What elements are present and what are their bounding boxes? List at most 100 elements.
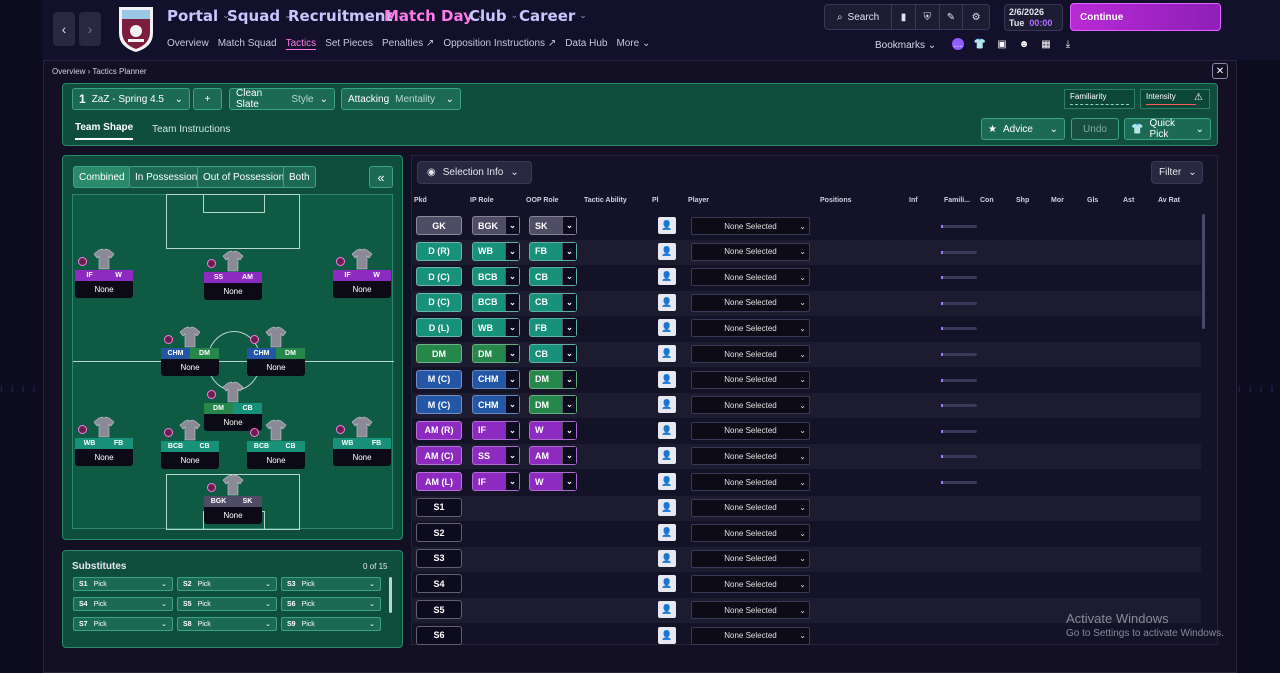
pitch-player-slot[interactable]: CHM DM None <box>247 326 305 376</box>
player-select[interactable]: None Selected ⌄ <box>691 601 810 619</box>
bookmarks-menu[interactable]: Bookmarks ⌄ <box>875 40 936 51</box>
player-info-button[interactable]: 👤 <box>658 421 676 439</box>
view-out-of-possession-button[interactable]: Out of Possession <box>197 166 291 188</box>
header-pkd[interactable]: Pkd <box>414 197 427 204</box>
close-button[interactable]: ✕ <box>1212 63 1228 79</box>
pitch-player-slot[interactable]: CHM DM None <box>161 326 219 376</box>
position-slot[interactable]: GK <box>416 216 462 235</box>
menu-squad[interactable]: Squad ⌄ <box>227 7 292 25</box>
position-slot[interactable]: S4 <box>416 574 462 594</box>
header-ast[interactable]: Ast <box>1123 197 1134 204</box>
substitute-pick-s4[interactable]: S4 Pick ⌄ <box>73 597 173 611</box>
player-select[interactable]: None Selected ⌄ <box>691 370 810 389</box>
mentality-select[interactable]: Attacking Mentality ⌄ <box>341 88 461 110</box>
header-oop-role[interactable]: OOP Role <box>526 197 559 204</box>
player-select[interactable]: None Selected ⌄ <box>691 626 810 645</box>
header-av-rat[interactable]: Av Rat <box>1158 197 1180 204</box>
menu-career[interactable]: Career ⌄ <box>519 7 587 25</box>
player-info-button[interactable]: 👤 <box>658 242 676 260</box>
menu-club[interactable]: Club ⌄ <box>469 7 518 25</box>
position-slot[interactable]: S1 <box>416 497 462 517</box>
pitch-player-slot[interactable]: SS AM None <box>204 250 262 300</box>
kit-icon[interactable]: ▣ <box>996 38 1008 50</box>
player-select[interactable]: None Selected ⌄ <box>691 421 810 440</box>
position-slot[interactable]: AM (L) <box>416 472 462 491</box>
download-icon[interactable]: ⤓ <box>1062 38 1074 50</box>
notes-button[interactable]: ▮ <box>892 5 916 29</box>
oop-role-select[interactable]: W ⌄ <box>529 420 577 440</box>
position-slot[interactable]: M (C) <box>416 395 462 415</box>
player-select[interactable]: None Selected ⌄ <box>691 268 810 287</box>
position-slot[interactable]: S2 <box>416 523 462 543</box>
substitute-pick-s2[interactable]: S2 Pick ⌄ <box>177 577 277 591</box>
player-info-button[interactable]: 👤 <box>658 549 676 567</box>
player-info-button[interactable]: 👤 <box>658 601 676 618</box>
pitch-player-slot[interactable]: WB FB None <box>75 416 133 466</box>
position-slot[interactable]: S3 <box>416 548 462 568</box>
ip-role-select[interactable]: DM ⌄ <box>472 344 520 363</box>
oop-role-select[interactable]: DM ⌄ <box>529 369 577 389</box>
player-select[interactable]: None Selected ⌄ <box>691 293 810 312</box>
subnav-overview[interactable]: Overview <box>167 38 209 50</box>
pitch-player-slot[interactable]: BGK SK None <box>204 474 262 524</box>
shirt-icon[interactable]: 👕 <box>974 38 986 50</box>
quick-pick-button[interactable]: 👕 Quick Pick ⌄ <box>1124 118 1211 140</box>
header-positions[interactable]: Positions <box>820 197 852 204</box>
settings-button[interactable]: ⚙ <box>963 5 989 29</box>
pitch-player-slot[interactable]: WB FB None <box>333 416 391 466</box>
position-slot[interactable]: AM (C) <box>416 446 462 466</box>
pitch-player-slot[interactable]: IF W None <box>75 248 133 298</box>
edit-button[interactable]: ✎ <box>940 5 964 29</box>
substitute-pick-s5[interactable]: S5 Pick ⌄ <box>177 597 277 611</box>
oop-role-select[interactable]: AM ⌄ <box>529 446 577 466</box>
intensity-indicator[interactable]: Intensity ⚠ <box>1140 89 1210 109</box>
substitute-pick-s1[interactable]: S1 Pick ⌄ <box>73 577 173 591</box>
oop-role-select[interactable]: SK ⌄ <box>529 216 577 235</box>
advice-button[interactable]: ★ Advice ⌄ <box>981 118 1065 140</box>
forward-button[interactable]: › <box>79 12 101 46</box>
header-con[interactable]: Con <box>980 197 994 204</box>
player-select[interactable]: None Selected ⌄ <box>691 242 810 261</box>
player-info-button[interactable]: 👤 <box>658 319 676 337</box>
player-info-button[interactable]: 👤 <box>658 447 676 465</box>
position-slot[interactable]: S5 <box>416 600 462 619</box>
substitutes-scrollbar[interactable] <box>389 577 392 613</box>
selection-info-button[interactable]: ◉ Selection Info ⌄ <box>417 161 532 184</box>
ip-role-select[interactable]: IF ⌄ <box>472 420 520 440</box>
header-tactic-ability[interactable]: Tactic Ability <box>584 197 627 204</box>
ip-role-select[interactable]: WB ⌄ <box>472 318 520 338</box>
view-combined-button[interactable]: Combined <box>73 166 131 188</box>
chat-icon[interactable]: … <box>952 38 964 50</box>
position-slot[interactable]: M (C) <box>416 369 462 389</box>
club-crest-logo[interactable] <box>116 5 156 53</box>
undo-button[interactable]: Undo <box>1071 118 1119 140</box>
ip-role-select[interactable]: IF ⌄ <box>472 472 520 491</box>
player-select[interactable]: None Selected ⌄ <box>691 217 810 235</box>
ip-role-select[interactable]: SS ⌄ <box>472 446 520 466</box>
oop-role-select[interactable]: DM ⌄ <box>529 395 577 415</box>
tab-team-instructions[interactable]: Team Instructions <box>152 124 230 135</box>
oop-role-select[interactable]: W ⌄ <box>529 472 577 491</box>
subnav-more[interactable]: More ⌄ <box>616 38 650 50</box>
tab-team-shape[interactable]: Team Shape <box>75 122 134 140</box>
position-slot[interactable]: DM <box>416 344 462 363</box>
shield-button[interactable]: ⛨ <box>916 5 940 29</box>
player-info-button[interactable]: 👤 <box>658 498 676 516</box>
collapse-button[interactable]: « <box>369 166 393 188</box>
substitute-pick-s3[interactable]: S3 Pick ⌄ <box>281 577 381 591</box>
subnav-opposition-instructions[interactable]: Opposition Instructions ↗ <box>443 38 556 50</box>
ip-role-select[interactable]: CHM ⌄ <box>472 369 520 389</box>
ip-role-select[interactable]: BCB ⌄ <box>472 292 520 312</box>
oop-role-select[interactable]: CB ⌄ <box>529 292 577 312</box>
oop-role-select[interactable]: CB ⌄ <box>529 267 577 287</box>
subnav-tactics[interactable]: Tactics <box>285 38 317 50</box>
header-shp[interactable]: Shp <box>1016 197 1029 204</box>
player-info-button[interactable]: 👤 <box>658 268 676 286</box>
substitute-pick-s6[interactable]: S6 Pick ⌄ <box>281 597 381 611</box>
player-info-button[interactable]: 👤 <box>658 345 676 362</box>
calendar-icon[interactable]: ▦ <box>1040 38 1052 50</box>
ip-role-select[interactable]: WB ⌄ <box>472 241 520 261</box>
view-both-button[interactable]: Both <box>283 166 316 188</box>
breadcrumb-overview[interactable]: Overview <box>52 67 85 76</box>
familiarity-indicator[interactable]: Familiarity <box>1064 89 1135 109</box>
